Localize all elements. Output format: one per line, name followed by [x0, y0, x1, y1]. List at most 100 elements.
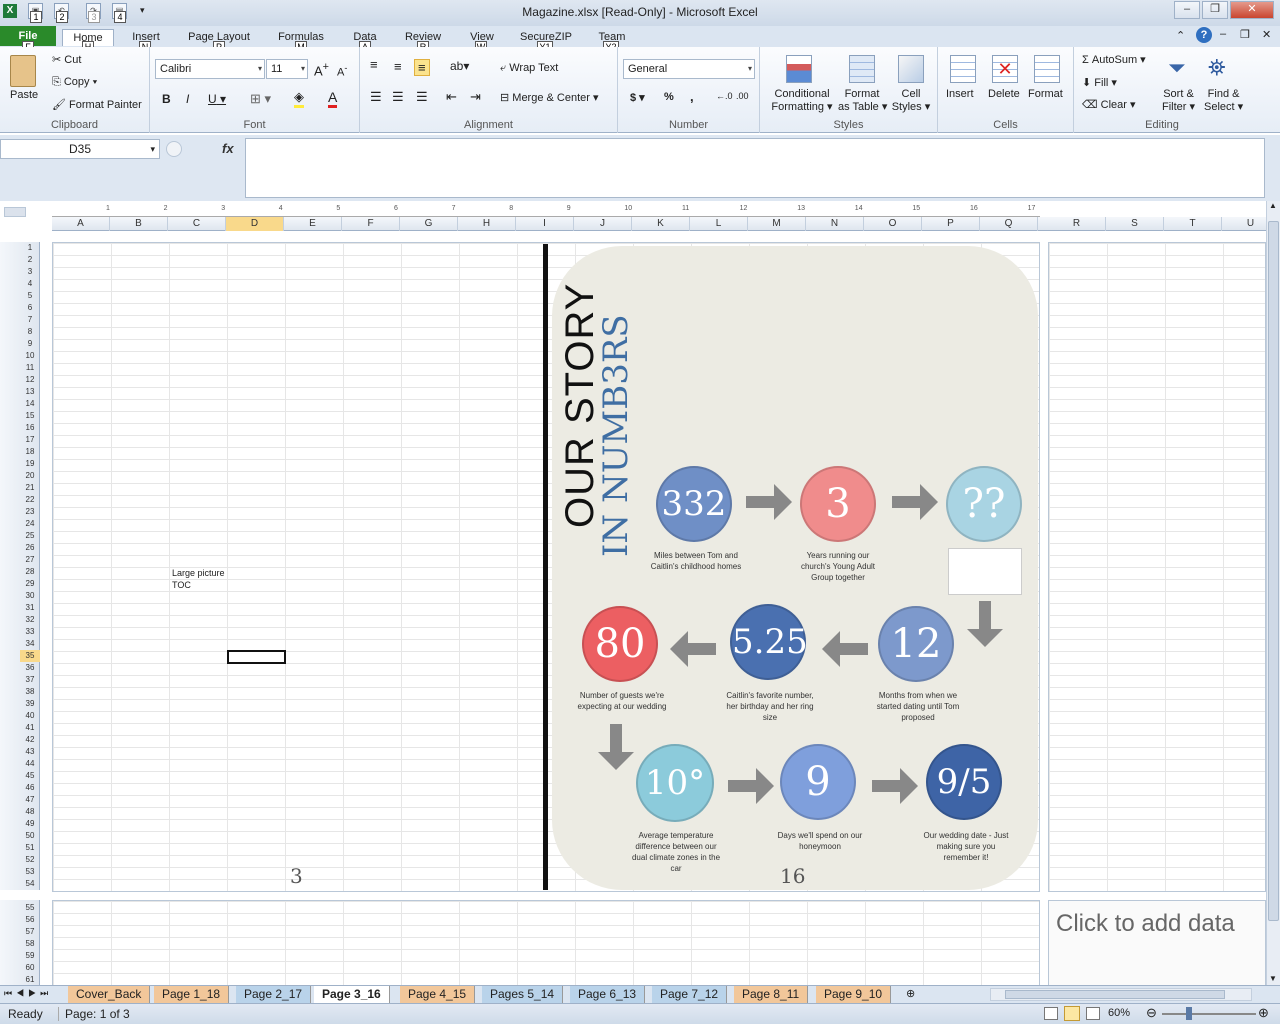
format-as-table-button[interactable]: Format as Table ▾	[838, 88, 887, 114]
chevron-down-icon[interactable]: ▾	[150, 140, 155, 158]
insert-function-icon[interactable]: fx	[222, 141, 234, 156]
column-header-n[interactable]: N	[806, 217, 864, 231]
sheet-tab[interactable]: Page 9_10	[816, 986, 892, 1003]
row-header[interactable]: 21	[20, 482, 40, 494]
row-header[interactable]: 34	[20, 638, 40, 650]
scroll-thumb[interactable]	[1268, 221, 1279, 921]
number-format-combo[interactable]: General ▾	[623, 59, 755, 79]
row-header[interactable]: 36	[20, 662, 40, 674]
row-header[interactable]: 2	[20, 254, 40, 266]
row-header[interactable]: 40	[20, 710, 40, 722]
align-middle-icon[interactable]: ≡	[394, 59, 402, 74]
column-header-g[interactable]: G	[400, 217, 458, 231]
row-header[interactable]: 59	[20, 950, 40, 962]
row-header[interactable]: 37	[20, 674, 40, 686]
formula-cancel-icon[interactable]	[166, 141, 182, 157]
page-break-view-icon[interactable]	[1086, 1007, 1100, 1020]
row-header[interactable]: 11	[20, 362, 40, 374]
font-size-combo[interactable]: 11 ▾	[266, 59, 308, 79]
row-header[interactable]: 31	[20, 602, 40, 614]
row-header[interactable]: 45	[20, 770, 40, 782]
row-header[interactable]: 33	[20, 626, 40, 638]
row-header[interactable]: 1	[20, 242, 40, 254]
sheet-tab[interactable]: Page 7_12	[652, 986, 728, 1003]
column-header-c[interactable]: C	[168, 217, 226, 231]
row-header[interactable]: 41	[20, 722, 40, 734]
row-header[interactable]: 28	[20, 566, 40, 578]
zoom-slider-thumb[interactable]	[1186, 1007, 1192, 1020]
row-header[interactable]: 19	[20, 458, 40, 470]
sheet-tab[interactable]: Page 1_18	[154, 986, 230, 1003]
number-circle[interactable]: 80	[582, 606, 658, 682]
zoom-out-icon[interactable]: ⊖	[1146, 1005, 1157, 1021]
sheet-page-3[interactable]	[52, 900, 1040, 986]
borders-icon[interactable]: ⊞ ▾	[250, 91, 271, 107]
row-header[interactable]: 58	[20, 938, 40, 950]
row-header[interactable]: 52	[20, 854, 40, 866]
insert-sheet-icon[interactable]: ⊕	[906, 987, 915, 1000]
column-header-q[interactable]: Q	[980, 217, 1038, 231]
row-header[interactable]: 14	[20, 398, 40, 410]
row-header[interactable]: 44	[20, 758, 40, 770]
column-header-s[interactable]: S	[1106, 217, 1164, 231]
number-circle[interactable]: 10°	[636, 744, 714, 822]
sheet-tab[interactable]: Page 4_15	[400, 986, 476, 1003]
paste-icon[interactable]	[10, 55, 36, 87]
row-header[interactable]: 42	[20, 734, 40, 746]
tab-nav-icons[interactable]: ⏮◀▶⏭	[4, 988, 52, 999]
number-circle[interactable]: 12	[878, 606, 954, 682]
sort-filter-button[interactable]: Sort & Filter ▾	[1162, 88, 1195, 114]
column-header-f[interactable]: F	[342, 217, 400, 231]
format-cells-button[interactable]: Format	[1028, 88, 1063, 100]
row-header[interactable]: 27	[20, 554, 40, 566]
close-button[interactable]: ✕	[1230, 1, 1274, 19]
column-header-i[interactable]: I	[516, 217, 574, 231]
italic-button[interactable]: I	[186, 92, 189, 106]
row-header[interactable]: 12	[20, 374, 40, 386]
zoom-in-icon[interactable]: ⊕	[1258, 1005, 1269, 1021]
merge-center-button[interactable]: ⊟ Merge & Center ▾	[500, 91, 599, 104]
row-header[interactable]: 47	[20, 794, 40, 806]
row-header[interactable]: 4	[20, 278, 40, 290]
row-header[interactable]: 25	[20, 530, 40, 542]
row-header[interactable]: 10	[20, 350, 40, 362]
insert-cells-button[interactable]: Insert	[946, 88, 974, 100]
number-circle[interactable]: 9	[780, 744, 856, 820]
row-header[interactable]: 43	[20, 746, 40, 758]
column-header-l[interactable]: L	[690, 217, 748, 231]
number-circle[interactable]: 9/5	[926, 744, 1002, 820]
restore-button[interactable]: ❐	[1202, 1, 1228, 19]
column-header-t[interactable]: T	[1164, 217, 1222, 231]
conditional-formatting-button[interactable]: Conditional Formatting ▾	[770, 88, 834, 114]
row-header[interactable]: 3	[20, 266, 40, 278]
currency-button[interactable]: $ ▾	[630, 91, 645, 104]
column-header-k[interactable]: K	[632, 217, 690, 231]
row-header[interactable]: 30	[20, 590, 40, 602]
grow-font-icon[interactable]: A+	[314, 61, 329, 78]
increase-indent-icon[interactable]: ⇥	[470, 89, 481, 105]
row-header[interactable]: 20	[20, 470, 40, 482]
row-header[interactable]: 53	[20, 866, 40, 878]
ribbon-collapse-icon[interactable]: ⌃	[1176, 29, 1185, 42]
sheet-tab[interactable]: Page 8_11	[734, 986, 809, 1003]
decrease-decimal-icon[interactable]: .00	[736, 91, 749, 101]
fill-color-icon[interactable]: ◈	[294, 89, 304, 108]
column-header-p[interactable]: P	[922, 217, 980, 231]
column-header-e[interactable]: E	[284, 217, 342, 231]
column-header-h[interactable]: H	[458, 217, 516, 231]
row-header[interactable]: 29	[20, 578, 40, 590]
number-circle[interactable]: ??	[946, 466, 1022, 542]
paste-button[interactable]: Paste	[10, 89, 38, 101]
row-header[interactable]: 38	[20, 686, 40, 698]
sheet-tab[interactable]: Page 2_17	[236, 986, 312, 1003]
row-header[interactable]: 48	[20, 806, 40, 818]
column-header-b[interactable]: B	[110, 217, 168, 231]
formula-input[interactable]	[245, 138, 1265, 198]
decrease-indent-icon[interactable]: ⇤	[446, 89, 457, 105]
row-header[interactable]: 56	[20, 914, 40, 926]
cut-button[interactable]: ✂ Cut	[52, 53, 81, 66]
scroll-up-icon[interactable]: ▲	[1269, 201, 1277, 210]
scroll-down-icon[interactable]: ▼	[1269, 974, 1277, 983]
row-header[interactable]: 5	[20, 290, 40, 302]
row-header[interactable]: 15	[20, 410, 40, 422]
